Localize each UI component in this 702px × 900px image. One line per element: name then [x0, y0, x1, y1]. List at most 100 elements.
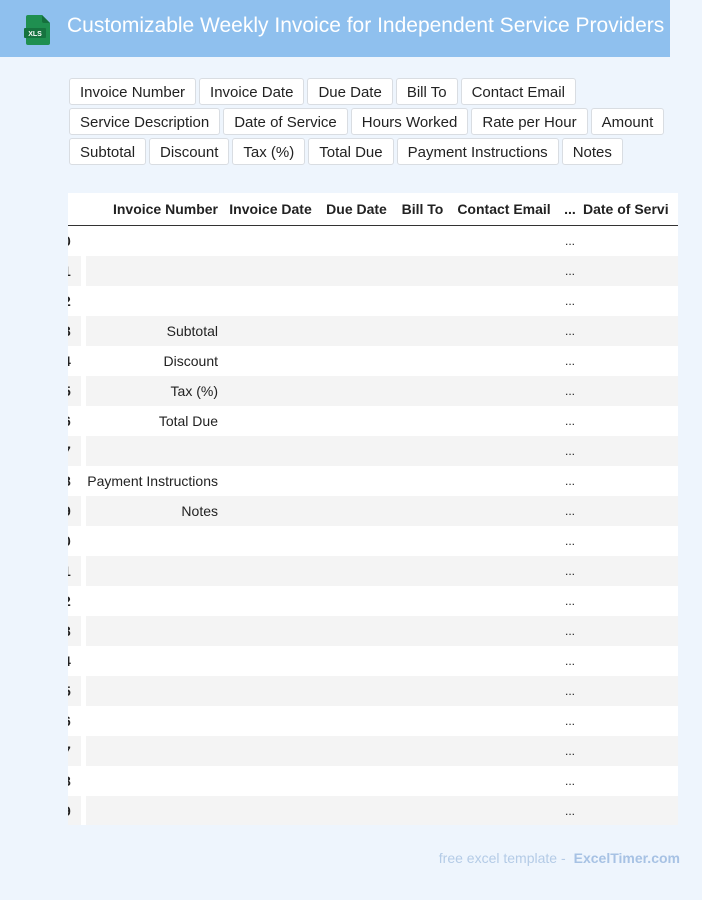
table-cell[interactable] [583, 226, 678, 257]
table-cell[interactable] [583, 586, 678, 616]
field-chip[interactable]: Bill To [395, 78, 458, 105]
table-cell[interactable] [583, 736, 678, 766]
table-cell[interactable] [394, 256, 451, 286]
field-chip[interactable]: Due Date [307, 78, 393, 105]
row-label-cell[interactable] [86, 556, 222, 586]
row-label-cell[interactable] [86, 256, 222, 286]
field-chip[interactable]: Tax (%) [232, 138, 306, 165]
column-header[interactable]: Date of Servi [583, 193, 678, 226]
table-cell[interactable] [451, 646, 557, 676]
table-cell[interactable] [319, 586, 394, 616]
table-cell[interactable] [222, 616, 319, 646]
column-header[interactable]: Invoice Date [222, 193, 319, 226]
field-chip[interactable]: Invoice Date [199, 78, 305, 105]
table-cell[interactable] [394, 676, 451, 706]
table-cell[interactable] [319, 676, 394, 706]
table-cell[interactable] [319, 256, 394, 286]
row-label-cell[interactable] [86, 286, 222, 316]
table-cell[interactable] [319, 766, 394, 796]
table-cell[interactable] [222, 766, 319, 796]
table-cell[interactable] [451, 616, 557, 646]
table-cell[interactable] [394, 616, 451, 646]
row-label-cell[interactable]: Tax (%) [86, 376, 222, 406]
table-cell[interactable] [394, 346, 451, 376]
row-label-cell[interactable] [86, 736, 222, 766]
row-label-cell[interactable] [86, 706, 222, 736]
table-cell[interactable] [583, 376, 678, 406]
table-cell[interactable] [222, 646, 319, 676]
table-cell[interactable] [394, 376, 451, 406]
row-label-cell[interactable]: Discount [86, 346, 222, 376]
table-cell[interactable] [451, 586, 557, 616]
column-header[interactable]: Due Date [319, 193, 394, 226]
column-header[interactable]: ... [557, 193, 583, 226]
row-label-cell[interactable] [86, 226, 222, 257]
table-cell[interactable] [451, 556, 557, 586]
table-cell[interactable] [394, 316, 451, 346]
table-cell[interactable] [583, 496, 678, 526]
table-cell[interactable] [394, 556, 451, 586]
table-cell[interactable] [319, 466, 394, 496]
table-cell[interactable] [319, 286, 394, 316]
table-cell[interactable] [319, 706, 394, 736]
table-cell[interactable] [583, 436, 678, 466]
table-cell[interactable] [394, 526, 451, 556]
table-cell[interactable] [319, 736, 394, 766]
table-cell[interactable] [583, 646, 678, 676]
table-cell[interactable] [319, 226, 394, 257]
table-cell[interactable] [222, 376, 319, 406]
row-label-cell[interactable] [86, 796, 222, 825]
table-cell[interactable] [319, 556, 394, 586]
table-cell[interactable] [222, 286, 319, 316]
table-cell[interactable] [319, 616, 394, 646]
table-cell[interactable] [319, 526, 394, 556]
table-cell[interactable] [319, 436, 394, 466]
column-header[interactable]: Bill To [394, 193, 451, 226]
table-cell[interactable] [319, 646, 394, 676]
row-label-cell[interactable]: Payment Instructions [86, 466, 222, 496]
table-cell[interactable] [583, 286, 678, 316]
table-cell[interactable] [451, 286, 557, 316]
table-cell[interactable] [394, 766, 451, 796]
table-cell[interactable] [222, 226, 319, 257]
table-cell[interactable] [451, 766, 557, 796]
table-cell[interactable] [222, 406, 319, 436]
row-label-cell[interactable] [86, 526, 222, 556]
table-cell[interactable] [583, 766, 678, 796]
table-cell[interactable] [451, 436, 557, 466]
field-chip[interactable]: Payment Instructions [396, 138, 559, 165]
row-label-cell[interactable] [86, 766, 222, 796]
table-cell[interactable] [583, 316, 678, 346]
row-label-cell[interactable] [86, 586, 222, 616]
table-cell[interactable] [583, 676, 678, 706]
row-label-cell[interactable] [86, 616, 222, 646]
table-cell[interactable] [583, 706, 678, 736]
table-cell[interactable] [583, 466, 678, 496]
table-cell[interactable] [222, 256, 319, 286]
table-cell[interactable] [222, 586, 319, 616]
table-cell[interactable] [583, 526, 678, 556]
field-chip[interactable]: Notes [561, 138, 623, 165]
table-cell[interactable] [222, 706, 319, 736]
row-label-cell[interactable]: Subtotal [86, 316, 222, 346]
table-cell[interactable] [319, 496, 394, 526]
table-cell[interactable] [319, 406, 394, 436]
table-cell[interactable] [451, 256, 557, 286]
table-cell[interactable] [451, 316, 557, 346]
field-chip[interactable]: Rate per Hour [471, 108, 588, 135]
row-label-cell[interactable] [86, 436, 222, 466]
table-cell[interactable] [319, 376, 394, 406]
table-cell[interactable] [394, 436, 451, 466]
table-cell[interactable] [451, 226, 557, 257]
table-cell[interactable] [222, 556, 319, 586]
row-label-cell[interactable] [86, 646, 222, 676]
row-label-cell[interactable] [86, 676, 222, 706]
table-cell[interactable] [222, 526, 319, 556]
table-cell[interactable] [451, 406, 557, 436]
table-cell[interactable] [222, 466, 319, 496]
table-cell[interactable] [583, 556, 678, 586]
table-cell[interactable] [451, 466, 557, 496]
field-chip[interactable]: Invoice Number [69, 78, 197, 105]
field-chip[interactable]: Total Due [308, 138, 394, 165]
table-cell[interactable] [583, 796, 678, 825]
